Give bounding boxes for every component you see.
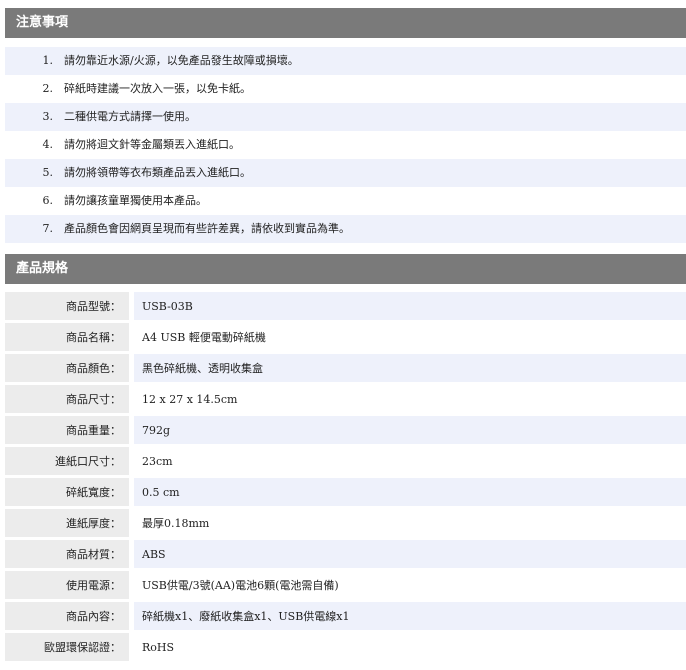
notes-list: 1. 請勿靠近水源/火源，以免產品發生故障或損壞。 2. 碎紙時建議一次放入一張，以…	[5, 47, 686, 243]
note-text: 碎紙時建議一次放入一張，以免卡紙。	[64, 82, 251, 95]
spec-row: 商品重量： 792g	[5, 416, 686, 444]
spec-value: 23cm	[134, 447, 686, 475]
note-item: 3. 二種供電方式請擇一使用。	[5, 103, 686, 131]
note-item: 7. 產品顏色會因網頁呈現而有些許差異，請依收到實品為準。	[5, 215, 686, 243]
spec-value: USB供電/3號(AA)電池6顆(電池需自備)	[134, 571, 686, 599]
spec-table: 商品型號： USB-03B 商品名稱： A4 USB 輕便電動碎紙機 商品顏色： 黑色…	[5, 289, 686, 664]
spec-value: 碎紙機x1、廢紙收集盒x1、USB供電線x1	[134, 602, 686, 630]
specs-section-header: 產品規格	[5, 254, 686, 284]
note-number: 3.	[42, 110, 54, 123]
note-item: 1. 請勿靠近水源/火源，以免產品發生故障或損壞。	[5, 47, 686, 75]
spec-label: 商品顏色：	[5, 354, 129, 382]
note-text: 產品顏色會因網頁呈現而有些許差異，請依收到實品為準。	[64, 222, 350, 235]
spec-label: 商品名稱：	[5, 323, 129, 351]
spec-value: ABS	[134, 540, 686, 568]
spec-row: 歐盟環保認證： RoHS	[5, 633, 686, 661]
spec-row: 商品名稱： A4 USB 輕便電動碎紙機	[5, 323, 686, 351]
note-text: 二種供電方式請擇一使用。	[64, 110, 196, 123]
spec-value: 0.5 cm	[134, 478, 686, 506]
spec-label: 商品尺寸：	[5, 385, 129, 413]
spec-label: 商品內容：	[5, 602, 129, 630]
note-number: 7.	[42, 222, 54, 235]
spec-value: 最厚0.18mm	[134, 509, 686, 537]
note-text: 請勿靠近水源/火源，以免產品發生故障或損壞。	[64, 54, 299, 67]
note-item: 6. 請勿讓孩童單獨使用本產品。	[5, 187, 686, 215]
spec-row: 商品材質： ABS	[5, 540, 686, 568]
spec-row: 商品尺寸： 12 x 27 x 14.5cm	[5, 385, 686, 413]
note-item: 2. 碎紙時建議一次放入一張，以免卡紙。	[5, 75, 686, 103]
note-text: 請勿將領帶等衣布類產品丟入進紙口。	[64, 166, 251, 179]
spec-label: 使用電源：	[5, 571, 129, 599]
spec-label: 商品材質：	[5, 540, 129, 568]
note-item: 5. 請勿將領帶等衣布類產品丟入進紙口。	[5, 159, 686, 187]
spec-value: A4 USB 輕便電動碎紙機	[134, 323, 686, 351]
note-number: 6.	[42, 194, 54, 207]
spec-value: 黑色碎紙機、透明收集盒	[134, 354, 686, 382]
note-item: 4. 請勿將迴文針等金屬類丟入進紙口。	[5, 131, 686, 159]
spec-row: 商品顏色： 黑色碎紙機、透明收集盒	[5, 354, 686, 382]
spec-value: 12 x 27 x 14.5cm	[134, 385, 686, 413]
spec-row: 商品型號： USB-03B	[5, 292, 686, 320]
note-text: 請勿讓孩童單獨使用本產品。	[64, 194, 207, 207]
note-text: 請勿將迴文針等金屬類丟入進紙口。	[64, 138, 240, 151]
notes-section-header: 注意事項	[5, 8, 686, 38]
spec-row: 進紙厚度： 最厚0.18mm	[5, 509, 686, 537]
spec-label: 歐盟環保認證：	[5, 633, 129, 661]
spec-label: 進紙厚度：	[5, 509, 129, 537]
spec-row: 使用電源： USB供電/3號(AA)電池6顆(電池需自備)	[5, 571, 686, 599]
note-number: 5.	[42, 166, 54, 179]
spec-value: USB-03B	[134, 292, 686, 320]
spec-label: 碎紙寬度：	[5, 478, 129, 506]
note-number: 1.	[42, 54, 54, 67]
spec-row: 碎紙寬度： 0.5 cm	[5, 478, 686, 506]
note-number: 2.	[42, 82, 54, 95]
spec-label: 商品重量：	[5, 416, 129, 444]
spec-row: 進紙口尺寸： 23cm	[5, 447, 686, 475]
spec-value: RoHS	[134, 633, 686, 661]
spec-value: 792g	[134, 416, 686, 444]
spec-label: 商品型號：	[5, 292, 129, 320]
note-number: 4.	[42, 138, 54, 151]
spec-row: 商品內容： 碎紙機x1、廢紙收集盒x1、USB供電線x1	[5, 602, 686, 630]
spec-label: 進紙口尺寸：	[5, 447, 129, 475]
